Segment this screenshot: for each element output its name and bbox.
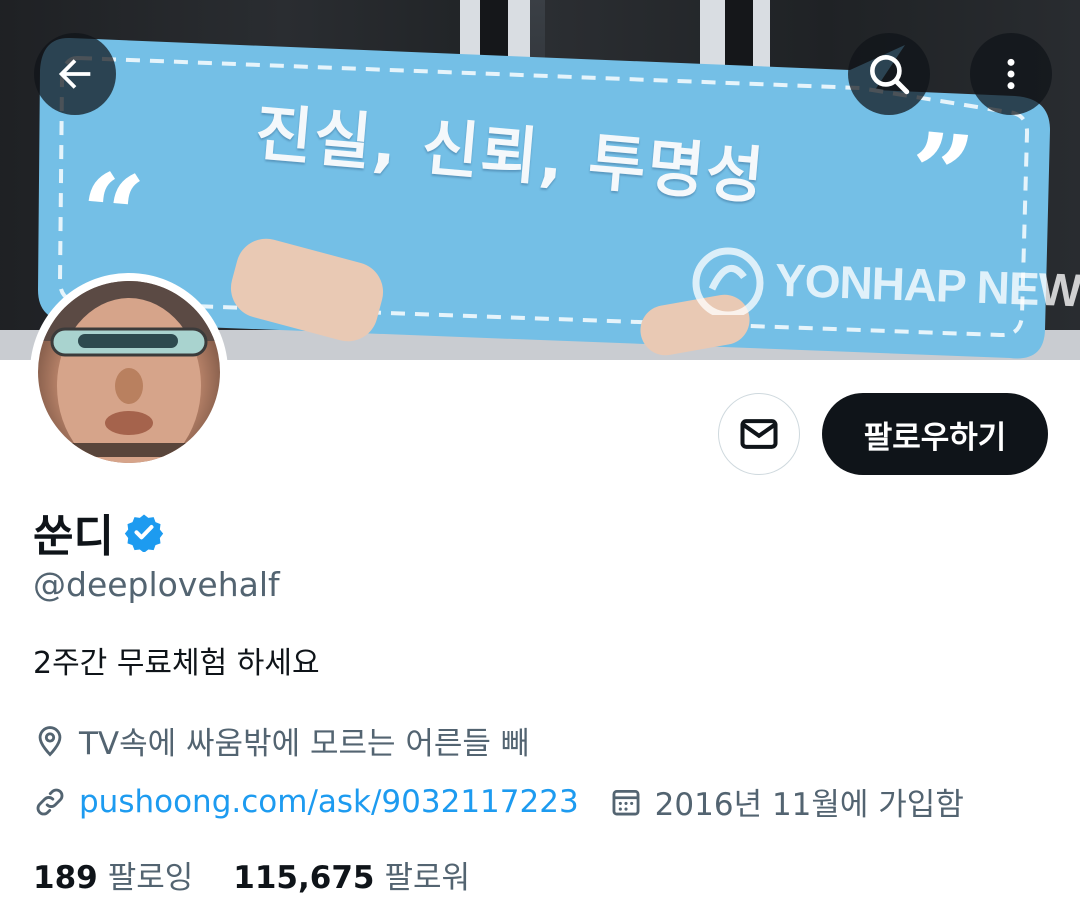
link-icon (36, 788, 64, 815)
search-icon (870, 55, 910, 95)
followers-count: 115,675 (233, 860, 375, 896)
back-button[interactable] (34, 33, 116, 115)
following-label: 팔로잉 (107, 860, 194, 896)
more-options-button[interactable] (970, 33, 1052, 115)
username-handle: @deeplovehalf (33, 565, 280, 604)
avatar-image (38, 281, 220, 463)
followers-label: 팔로워 (384, 860, 471, 896)
avatar-face-illustration (38, 281, 220, 463)
joined-date: 2016년 11월에 가입함 (654, 787, 964, 823)
follow-stats: 189 팔로잉 115,675 팔로워 (33, 852, 470, 897)
following-count: 189 (33, 860, 98, 896)
followers-link[interactable]: 115,675 팔로워 (233, 852, 470, 897)
website-joined-row: pushoong.com/ask/9032117223 2016년 11월에 가… (33, 779, 964, 824)
calendar-icon (612, 789, 640, 815)
mail-icon (740, 419, 778, 449)
display-name-row: 쑨디 (33, 500, 164, 564)
follow-button[interactable]: 팔로우하기 (822, 393, 1048, 475)
banner-watermark-text: YONHAP NEW (774, 253, 1080, 317)
location-pin-icon (38, 725, 62, 756)
location-row: TV속에 싸움밖에 모르는 어른들 빼 (33, 718, 529, 763)
bio-text: 2주간 무료체험 하세요 (33, 646, 320, 681)
banner-close-quote: ” (904, 107, 979, 242)
display-name: 쑨디 (33, 511, 114, 562)
banner-open-quote: “ (74, 147, 149, 282)
arrow-left-icon (58, 59, 91, 89)
verified-badge-icon[interactable] (124, 512, 164, 552)
message-button[interactable] (718, 393, 800, 475)
following-link[interactable]: 189 팔로잉 (33, 852, 193, 897)
location-text: TV속에 싸움밖에 모르는 어른들 빼 (79, 726, 530, 762)
more-vertical-icon (1007, 58, 1015, 90)
search-button[interactable] (848, 33, 930, 115)
avatar[interactable] (30, 273, 228, 471)
website-link[interactable]: pushoong.com/ask/9032117223 (79, 784, 579, 820)
